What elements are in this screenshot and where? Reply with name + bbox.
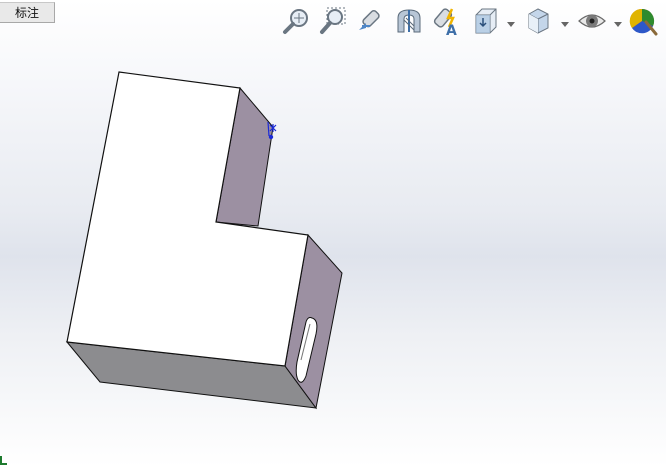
triad-corner-icon bbox=[0, 456, 7, 465]
l-bracket-model[interactable] bbox=[0, 0, 666, 467]
model-top-face[interactable] bbox=[66, 71, 309, 367]
